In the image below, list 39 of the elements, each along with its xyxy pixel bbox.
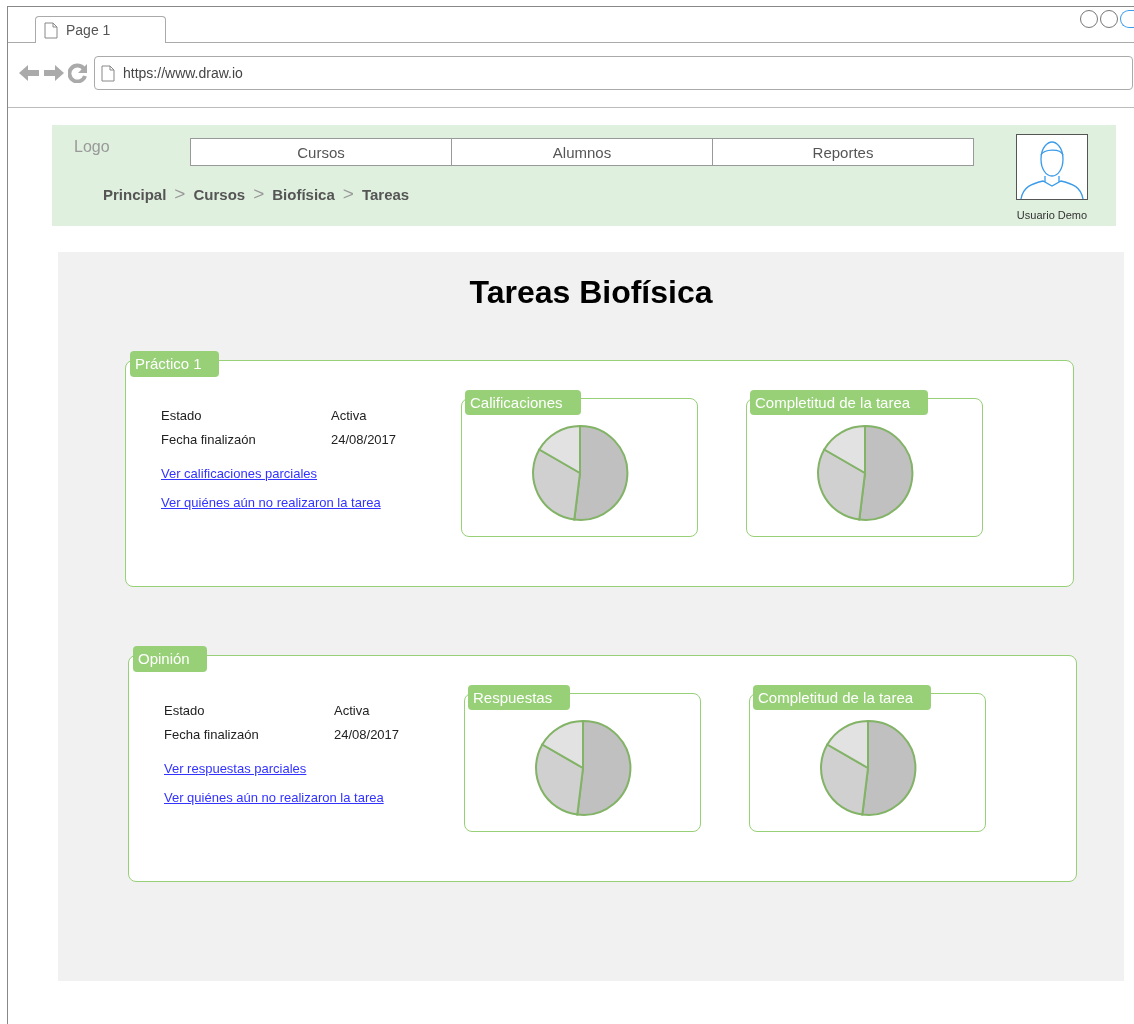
field-label: Fecha finalizaón xyxy=(161,432,257,449)
field-label: Fecha finalizaón xyxy=(164,727,260,744)
breadcrumb-separator: > xyxy=(174,183,186,205)
nav-tab[interactable]: Alumnos xyxy=(451,138,713,166)
card-label: Práctico 1 xyxy=(130,351,219,377)
back-icon[interactable] xyxy=(18,63,40,83)
field-value: Activa xyxy=(331,408,367,425)
reload-icon[interactable] xyxy=(68,63,88,83)
user-name: Usuario Demo xyxy=(1016,209,1088,221)
link[interactable]: Ver quiénes aún no realizaron la tarea xyxy=(161,495,381,513)
page-title: Tareas Biofísica xyxy=(468,274,714,311)
nav-tab[interactable]: Reportes xyxy=(712,138,974,166)
breadcrumb-separator: > xyxy=(342,183,354,205)
page-icon xyxy=(44,21,58,39)
breadcrumb-link[interactable]: Principal xyxy=(103,185,167,203)
chart-label: Completitud de la tarea xyxy=(750,390,929,415)
nav-tab[interactable]: Cursos xyxy=(190,138,452,166)
breadcrumb-link[interactable]: Cursos xyxy=(193,185,246,203)
chart-label: Completitud de la tarea xyxy=(753,685,932,710)
address-field[interactable]: https://www.draw.io xyxy=(94,56,1133,90)
breadcrumb-separator: > xyxy=(253,183,265,205)
browser-tab[interactable]: Page 1 xyxy=(35,16,166,43)
avatar-icon xyxy=(1016,134,1088,200)
logo: Logo xyxy=(74,138,111,156)
link[interactable]: Ver calificaciones parciales xyxy=(161,466,318,484)
chart-label: Calificaciones xyxy=(465,390,581,415)
field-label: Estado xyxy=(161,408,203,425)
page-icon xyxy=(101,64,115,82)
chart-label: Respuestas xyxy=(468,685,571,710)
breadcrumb-link[interactable]: Tareas xyxy=(361,185,410,203)
breadcrumb-link[interactable]: Biofísica xyxy=(272,185,335,203)
field-value: 24/08/2017 xyxy=(334,727,400,744)
field-label: Estado xyxy=(164,703,206,720)
link[interactable]: Ver quiénes aún no realizaron la tarea xyxy=(164,790,384,808)
card-label: Opinión xyxy=(133,646,207,672)
field-value: 24/08/2017 xyxy=(331,432,397,449)
forward-icon[interactable] xyxy=(43,63,65,83)
field-value: Activa xyxy=(334,703,370,720)
link[interactable]: Ver respuestas parciales xyxy=(164,761,307,779)
